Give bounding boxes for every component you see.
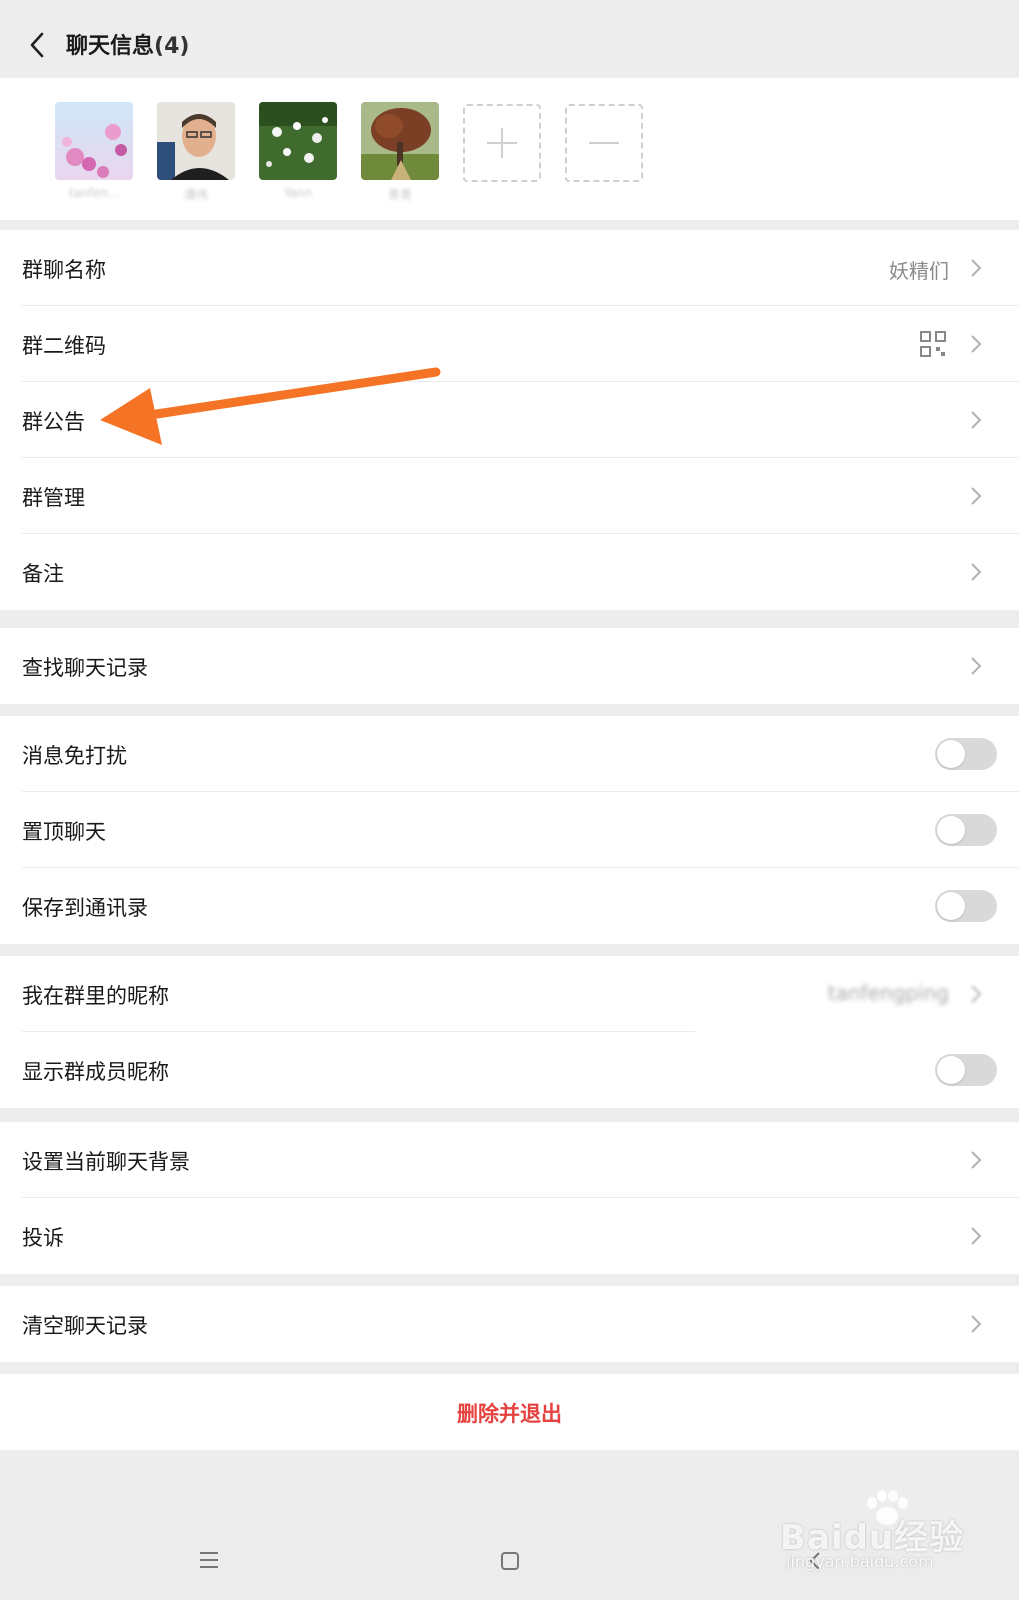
back-arrow-icon[interactable] bbox=[26, 30, 50, 60]
top-bar: 聊天信息(4) bbox=[0, 0, 1019, 78]
row-qr-code[interactable]: 群二维码 bbox=[0, 306, 1019, 382]
row-label: 投诉 bbox=[22, 1226, 64, 1250]
chevron-right-icon bbox=[971, 657, 982, 675]
member-name: tanfen... bbox=[68, 186, 120, 200]
row-save-contacts: 保存到通讯录 bbox=[0, 868, 1019, 944]
chevron-right-icon bbox=[971, 563, 982, 581]
row-label: 清空聊天记录 bbox=[22, 1314, 148, 1338]
row-label: 保存到通讯录 bbox=[22, 896, 148, 920]
menu-icon[interactable] bbox=[198, 1550, 220, 1570]
row-label: 查找聊天记录 bbox=[22, 656, 148, 680]
row-announcement[interactable]: 群公告 bbox=[0, 382, 1019, 458]
member-tile[interactable]: Yann bbox=[259, 102, 337, 202]
chevron-right-icon bbox=[971, 259, 982, 277]
row-label: 显示群成员昵称 bbox=[22, 1060, 169, 1084]
member-tile[interactable]: tanfen... bbox=[55, 102, 133, 202]
watermark-url: jingyan.baidu.com bbox=[786, 1552, 934, 1571]
group-toggles: 消息免打扰 置顶聊天 保存到通讯录 bbox=[0, 716, 1019, 944]
page-title-text: 聊天信息 bbox=[66, 34, 155, 59]
row-mute: 消息免打扰 bbox=[0, 716, 1019, 792]
row-label: 备注 bbox=[22, 562, 64, 586]
avatar[interactable] bbox=[55, 102, 133, 180]
member-name: 青青 bbox=[387, 188, 412, 200]
group-clear: 清空聊天记录 bbox=[0, 1286, 1019, 1362]
plus-icon bbox=[487, 128, 517, 158]
row-label: 群管理 bbox=[22, 486, 85, 510]
row-complaint[interactable]: 投诉 bbox=[0, 1198, 1019, 1274]
page-title: 聊天信息(4) bbox=[66, 28, 189, 60]
member-name: 谭伟 bbox=[183, 188, 208, 200]
qr-code-icon bbox=[920, 331, 946, 357]
chevron-right-icon bbox=[971, 1315, 982, 1333]
row-my-nickname[interactable]: 我在群里的昵称 tanfengping bbox=[0, 956, 1019, 1032]
row-label: 群公告 bbox=[22, 410, 85, 434]
toggle-knob bbox=[937, 892, 965, 920]
minus-icon bbox=[589, 142, 619, 144]
show-nicknames-toggle[interactable] bbox=[935, 1054, 997, 1086]
group-search: 查找聊天记录 bbox=[0, 628, 1019, 704]
group-nickname: 我在群里的昵称 tanfengping 显示群成员昵称 bbox=[0, 956, 1019, 1108]
chevron-right-icon bbox=[971, 985, 982, 1003]
pin-toggle[interactable] bbox=[935, 814, 997, 846]
group-name-value: 妖精们 bbox=[889, 259, 949, 283]
avatar[interactable] bbox=[361, 102, 439, 180]
save-contacts-toggle[interactable] bbox=[935, 890, 997, 922]
row-group-name[interactable]: 群聊名称 妖精们 bbox=[0, 230, 1019, 306]
baidu-watermark: Baidu经验 jingyan.baidu.com bbox=[780, 1488, 980, 1578]
add-member-button[interactable] bbox=[463, 104, 541, 182]
row-label: 群聊名称 bbox=[22, 258, 106, 282]
chevron-right-icon bbox=[971, 1151, 982, 1169]
group-misc: 设置当前聊天背景 投诉 bbox=[0, 1122, 1019, 1274]
row-pin: 置顶聊天 bbox=[0, 792, 1019, 868]
row-remark[interactable]: 备注 bbox=[0, 534, 1019, 610]
row-show-nicknames: 显示群成员昵称 bbox=[0, 1032, 1019, 1108]
row-label: 群二维码 bbox=[22, 334, 106, 358]
toggle-knob bbox=[937, 740, 965, 768]
chevron-right-icon bbox=[971, 1227, 982, 1245]
member-grid: tanfen... 谭伟 Yann 青青 bbox=[0, 78, 1019, 220]
group-settings: 群聊名称 妖精们 群二维码 群公告 群管理 备注 bbox=[0, 230, 1019, 610]
remove-member-button[interactable] bbox=[565, 104, 643, 182]
toggle-knob bbox=[937, 1056, 965, 1084]
row-label: 我在群里的昵称 bbox=[22, 984, 169, 1008]
avatar[interactable] bbox=[259, 102, 337, 180]
member-tile[interactable]: 谭伟 bbox=[157, 102, 235, 202]
chevron-right-icon bbox=[971, 335, 982, 353]
toggle-knob bbox=[937, 816, 965, 844]
member-tile[interactable]: 青青 bbox=[361, 102, 439, 202]
delete-exit-button[interactable]: 删除并退出 bbox=[0, 1374, 1019, 1450]
chevron-right-icon bbox=[971, 487, 982, 505]
chevron-right-icon bbox=[971, 411, 982, 429]
row-search-history[interactable]: 查找聊天记录 bbox=[0, 628, 1019, 704]
row-management[interactable]: 群管理 bbox=[0, 458, 1019, 534]
row-label: 设置当前聊天背景 bbox=[22, 1150, 190, 1174]
row-label: 消息免打扰 bbox=[22, 744, 127, 768]
delete-exit-label: 删除并退出 bbox=[457, 1402, 562, 1426]
row-clear-history[interactable]: 清空聊天记录 bbox=[0, 1286, 1019, 1362]
mute-toggle[interactable] bbox=[935, 738, 997, 770]
member-name: Yann bbox=[283, 186, 313, 200]
row-background[interactable]: 设置当前聊天背景 bbox=[0, 1122, 1019, 1198]
row-label: 置顶聊天 bbox=[22, 820, 106, 844]
nickname-value: tanfengping bbox=[827, 981, 949, 1005]
home-icon[interactable] bbox=[500, 1551, 520, 1571]
member-count: (4) bbox=[154, 34, 190, 59]
avatar[interactable] bbox=[157, 102, 235, 180]
